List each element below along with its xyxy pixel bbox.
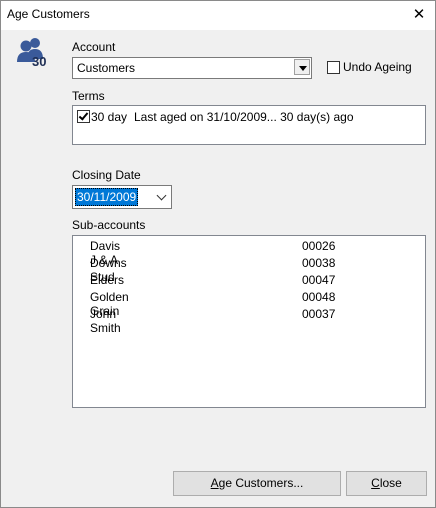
undo-ageing-label: Undo Ageing [343, 60, 412, 74]
term-name: 30 day [91, 110, 128, 124]
age-customers-dialog: Age Customers ✕ 30 Account Customers Und… [0, 0, 436, 508]
account-value: Customers [77, 61, 136, 75]
chevron-down-icon[interactable] [156, 190, 167, 201]
window-title: Age Customers [7, 7, 90, 21]
close-button[interactable]: Close [346, 471, 427, 496]
sub-accounts-list[interactable]: Davis J & A 00026 Downs Stud 00038 Elder… [72, 235, 426, 408]
age-button-label: ge Customers... [218, 476, 304, 490]
dropdown-arrow-icon[interactable] [294, 59, 310, 75]
account-code: 00047 [302, 273, 336, 287]
account-code: 00026 [302, 239, 336, 253]
term-checkbox[interactable] [77, 110, 90, 123]
account-code: 00038 [302, 256, 336, 270]
close-icon[interactable]: ✕ [403, 1, 435, 30]
sub-accounts-label: Sub-accounts [72, 218, 146, 232]
closing-date-label: Closing Date [72, 168, 141, 182]
closing-date-picker[interactable]: 30/11/2009 [72, 185, 172, 209]
undo-ageing-checkbox[interactable] [327, 61, 340, 74]
account-name: Elders [90, 273, 125, 287]
age-days-number: 30 [32, 54, 47, 69]
account-code: 00048 [302, 290, 336, 304]
terms-label: Terms [72, 89, 105, 103]
account-name: John Smith [90, 307, 121, 335]
customers-icon: 30 [15, 35, 51, 71]
close-button-label: lose [379, 476, 402, 490]
terms-list[interactable]: 30 day Last aged on 31/10/2009... 30 day… [72, 105, 426, 145]
close-mnemonic: C [371, 476, 380, 490]
account-code: 00037 [302, 307, 336, 321]
age-customers-button[interactable]: Age Customers... [173, 471, 341, 496]
title-bar: Age Customers ✕ [1, 1, 435, 30]
account-label: Account [72, 40, 116, 54]
account-dropdown[interactable]: Customers [72, 57, 312, 79]
age-mnemonic: A [210, 476, 219, 490]
closing-date-value[interactable]: 30/11/2009 [75, 188, 139, 206]
term-description: Last aged on 31/10/2009... 30 day(s) ago [134, 110, 354, 124]
